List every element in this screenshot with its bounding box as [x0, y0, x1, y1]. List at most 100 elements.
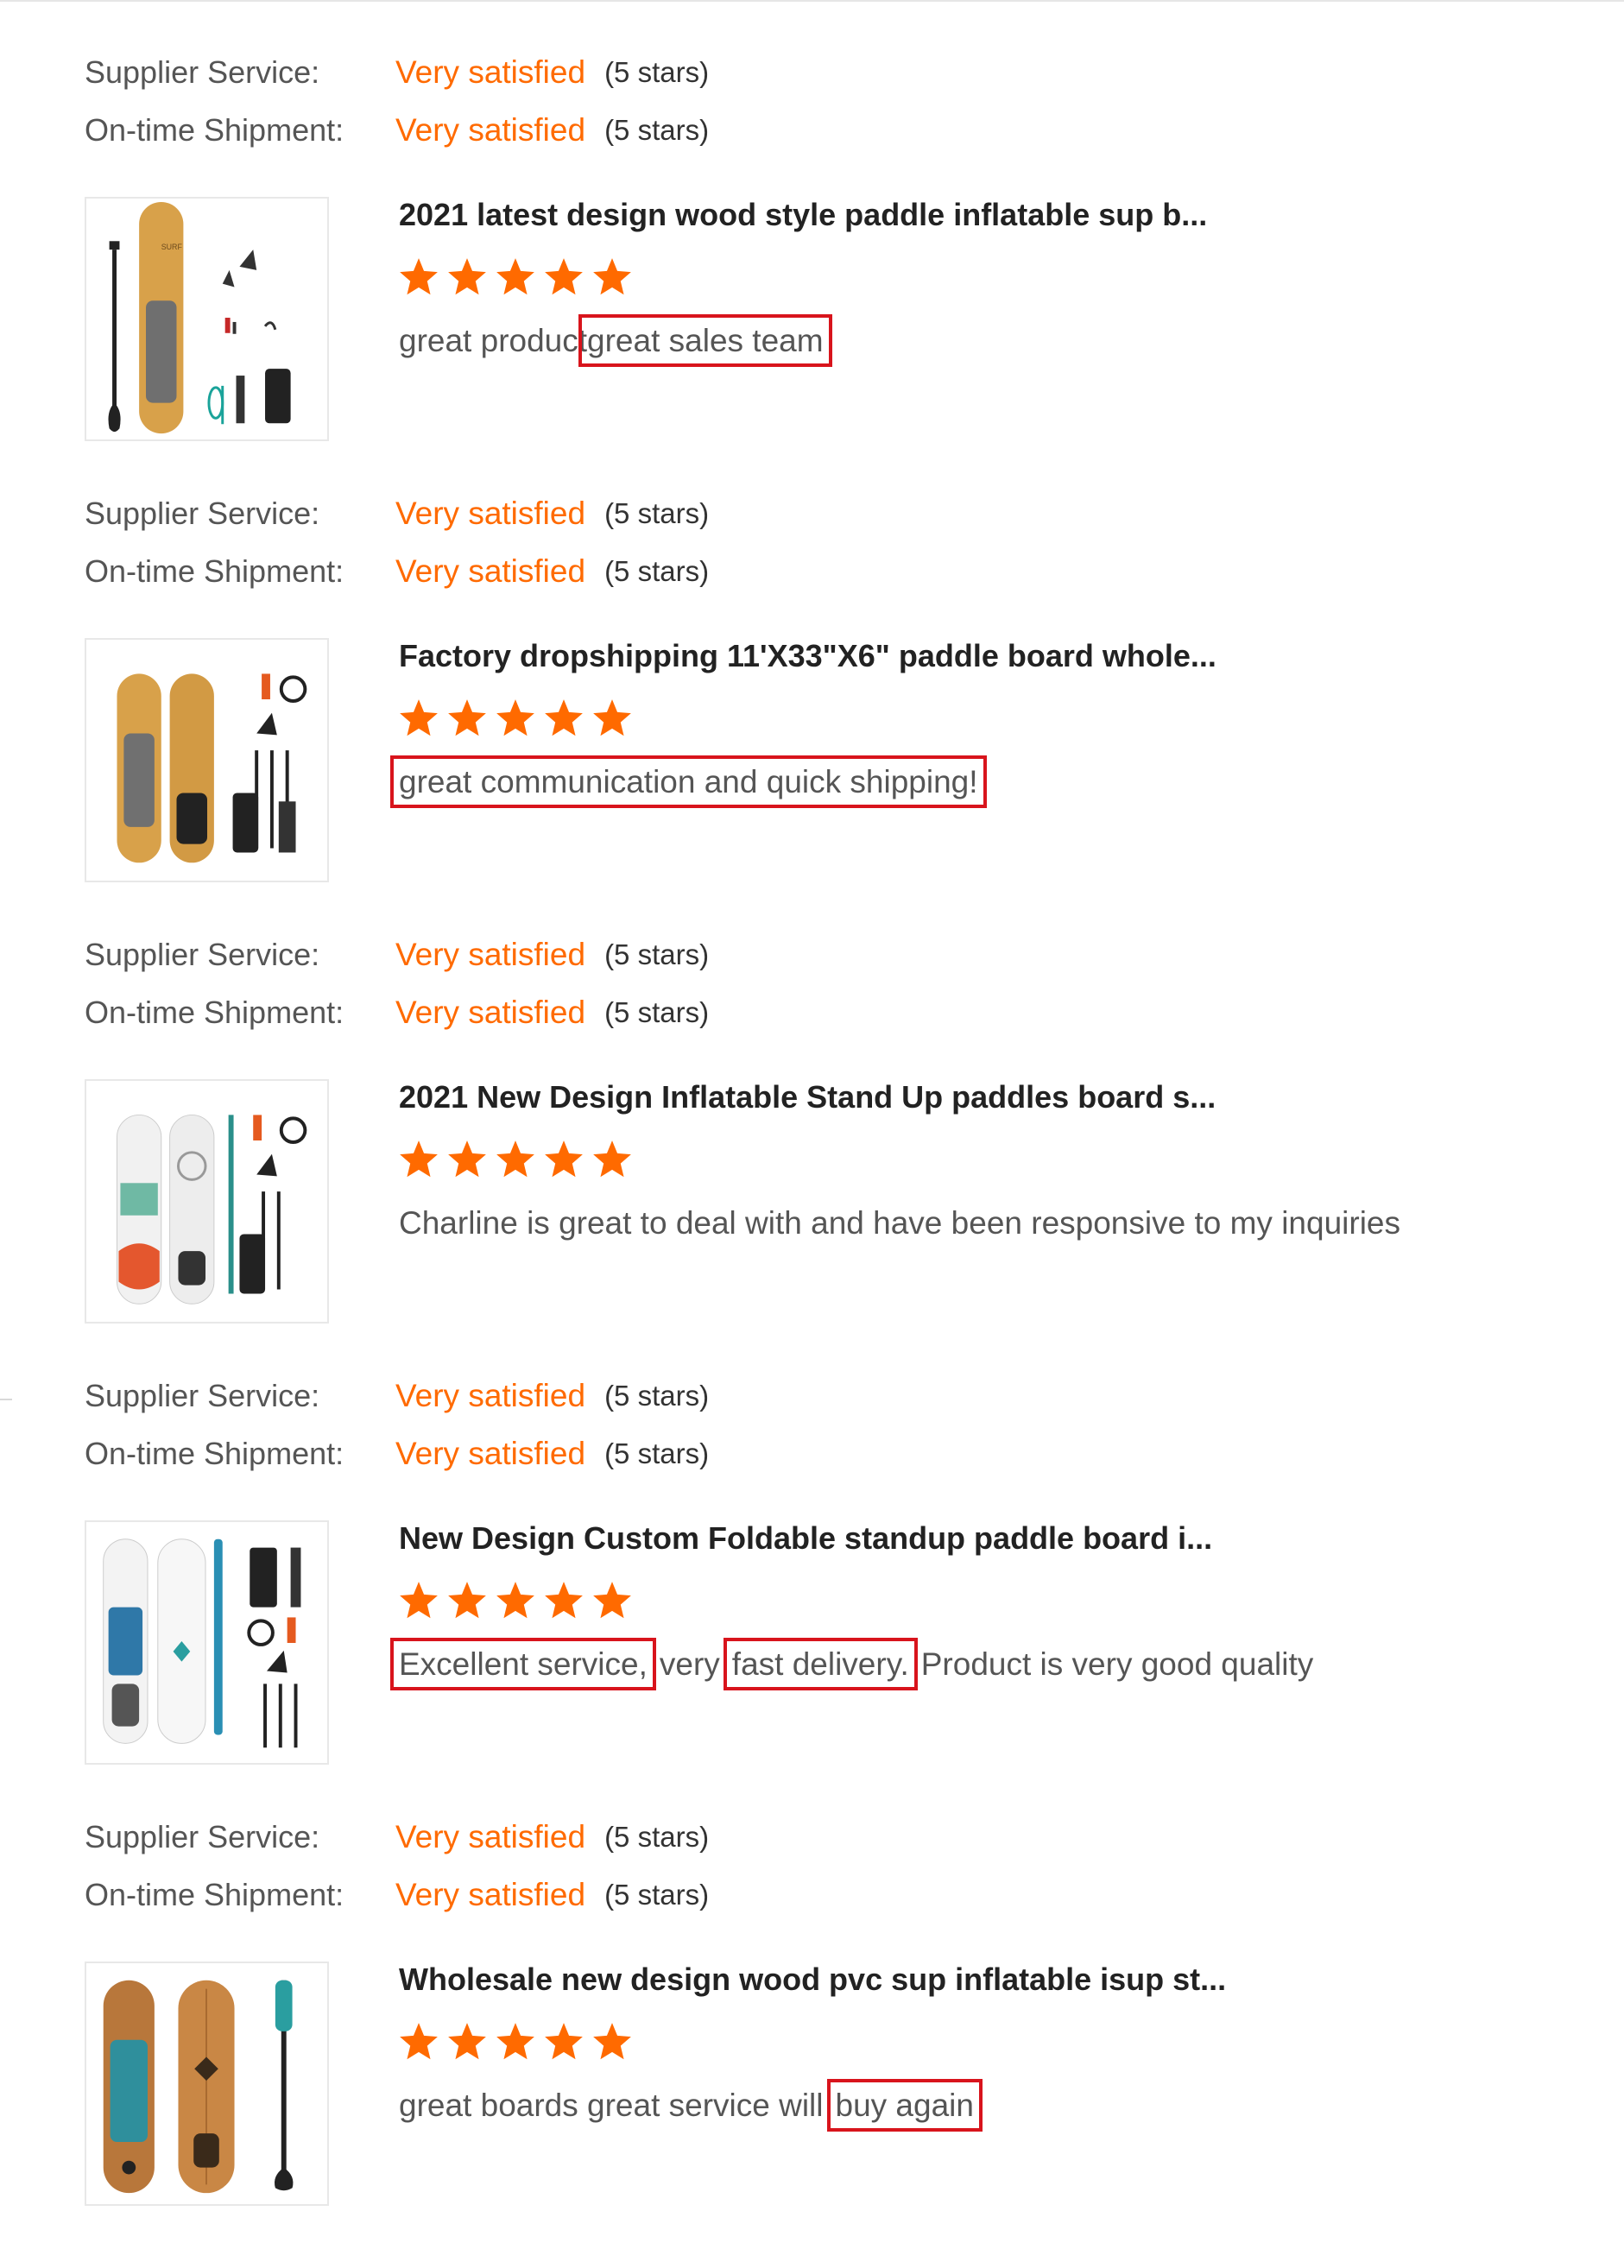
star-icon — [593, 1582, 631, 1619]
supplier-service-stars: (5 stars) — [604, 497, 710, 529]
ontime-shipment-stars: (5 stars) — [604, 114, 710, 146]
comment-text: Charline is great to deal with and have … — [399, 1205, 1400, 1241]
highlighted-phrase: great sales team — [578, 314, 832, 367]
star-icon — [593, 258, 631, 295]
ontime-shipment-value: Very satisfied — [395, 1877, 586, 1912]
ontime-shipment-stars: (5 stars) — [604, 555, 710, 587]
ontime-shipment-label: On-time Shipment: — [85, 995, 344, 1030]
ontime-shipment-row: On-time Shipment: Very satisfied (5 star… — [85, 551, 709, 592]
ontime-shipment-label: On-time Shipment: — [85, 553, 344, 589]
product-title[interactable]: New Design Custom Foldable standup paddl… — [399, 1518, 1212, 1559]
star-icon — [400, 1582, 438, 1619]
wood-paddle-board-kit-image: SURF — [108, 201, 291, 434]
star-rating — [397, 1138, 634, 1190]
ontime-shipment-row: On-time Shipment: Very satisfied (5 star… — [85, 992, 709, 1033]
supplier-service-label: Supplier Service: — [85, 937, 320, 972]
star-icon — [593, 699, 631, 736]
ontime-shipment-row: On-time Shipment: Very satisfied (5 star… — [85, 1874, 709, 1916]
supplier-service-stars: (5 stars) — [604, 938, 710, 970]
star-rating — [397, 697, 634, 749]
star-icon — [448, 699, 486, 736]
star-icon — [400, 258, 438, 295]
product-thumbnail[interactable] — [85, 638, 329, 882]
ontime-shipment-label: On-time Shipment: — [85, 1877, 344, 1912]
svg-text:SURF: SURF — [161, 243, 183, 251]
star-icon — [448, 2023, 486, 2060]
review-comment: great productgreat sales team — [399, 314, 832, 367]
top-divider — [0, 0, 1624, 2]
product-thumbnail[interactable] — [85, 1520, 329, 1765]
comment-text: great boards great service will — [399, 2088, 824, 2123]
ontime-shipment-row: On-time Shipment: Very satisfied (5 star… — [85, 1433, 709, 1475]
star-icon — [400, 1140, 438, 1178]
ontime-shipment-value: Very satisfied — [395, 112, 586, 148]
product-title[interactable]: 2021 latest design wood style paddle inf… — [399, 194, 1207, 236]
supplier-service-value: Very satisfied — [395, 937, 586, 972]
star-icon — [496, 1140, 534, 1178]
supplier-service-label: Supplier Service: — [85, 54, 320, 90]
review-comment: great communication and quick shipping! — [390, 755, 987, 808]
comment-text: Product is very good quality — [920, 1646, 1314, 1682]
star-rating — [397, 256, 634, 307]
supplier-service-row: Supplier Service: Very satisfied (5 star… — [85, 52, 709, 93]
product-title[interactable]: Factory dropshipping 11'X33"X6" paddle b… — [399, 635, 1216, 677]
star-icon — [400, 699, 438, 736]
star-icon — [496, 2023, 534, 2060]
ontime-shipment-value: Very satisfied — [395, 553, 586, 589]
star-icon — [496, 699, 534, 736]
product-thumbnail[interactable] — [85, 1962, 329, 2206]
highlighted-phrase: great communication and quick shipping! — [390, 755, 987, 808]
supplier-service-row: Supplier Service: Very satisfied (5 star… — [85, 1816, 709, 1858]
supplier-service-stars: (5 stars) — [604, 1380, 710, 1412]
wood-teal-paddle-boards-image — [103, 1980, 294, 2194]
star-rating — [397, 2020, 634, 2072]
ontime-shipment-stars: (5 stars) — [604, 1437, 710, 1469]
supplier-service-label: Supplier Service: — [85, 1378, 320, 1413]
product-thumbnail[interactable] — [85, 1079, 329, 1324]
star-icon — [448, 1582, 486, 1619]
supplier-service-row: Supplier Service: Very satisfied (5 star… — [85, 493, 709, 534]
ontime-shipment-stars: (5 stars) — [604, 996, 710, 1028]
star-icon — [593, 2023, 631, 2060]
star-icon — [545, 2023, 583, 2060]
highlighted-phrase: fast delivery. — [723, 1638, 918, 1690]
supplier-service-value: Very satisfied — [395, 1378, 586, 1413]
supplier-service-label: Supplier Service: — [85, 496, 320, 531]
star-rating — [397, 1579, 634, 1631]
star-icon — [545, 699, 583, 736]
left-edge-tick — [0, 1399, 12, 1400]
supplier-service-value: Very satisfied — [395, 496, 586, 531]
star-icon — [545, 1140, 583, 1178]
ontime-shipment-label: On-time Shipment: — [85, 112, 344, 148]
supplier-service-stars: (5 stars) — [604, 1821, 710, 1853]
ontime-shipment-label: On-time Shipment: — [85, 1436, 344, 1471]
ontime-shipment-stars: (5 stars) — [604, 1879, 710, 1911]
product-title[interactable]: Wholesale new design wood pvc sup inflat… — [399, 1959, 1226, 2000]
review-comment: Charline is great to deal with and have … — [399, 1202, 1400, 1245]
review-comment: great boards great service will buy again — [399, 2079, 983, 2132]
ontime-shipment-value: Very satisfied — [395, 995, 586, 1030]
supplier-service-value: Very satisfied — [395, 1819, 586, 1854]
supplier-service-stars: (5 stars) — [604, 56, 710, 88]
ontime-shipment-row: On-time Shipment: Very satisfied (5 star… — [85, 110, 709, 151]
supplier-service-label: Supplier Service: — [85, 1819, 320, 1854]
highlighted-phrase: buy again — [826, 2079, 983, 2132]
star-icon — [496, 1582, 534, 1619]
white-teal-paddle-boards-image — [116, 1114, 307, 1305]
ontime-shipment-value: Very satisfied — [395, 1436, 586, 1471]
blue-white-paddle-boards-image — [103, 1538, 301, 1748]
star-icon — [448, 258, 486, 295]
supplier-service-value: Very satisfied — [395, 54, 586, 90]
star-icon — [545, 258, 583, 295]
star-icon — [400, 2023, 438, 2060]
highlighted-phrase: Excellent service, — [390, 1638, 656, 1690]
star-icon — [448, 1140, 486, 1178]
star-icon — [593, 1140, 631, 1178]
product-thumbnail[interactable]: SURF — [85, 197, 329, 441]
twin-wood-paddle-boards-image — [117, 673, 307, 863]
comment-text: great product — [399, 323, 588, 358]
product-title[interactable]: 2021 New Design Inflatable Stand Up padd… — [399, 1077, 1216, 1118]
star-icon — [496, 258, 534, 295]
star-icon — [545, 1582, 583, 1619]
review-comment: Excellent service, very fast delivery. Prod… — [390, 1638, 1314, 1690]
